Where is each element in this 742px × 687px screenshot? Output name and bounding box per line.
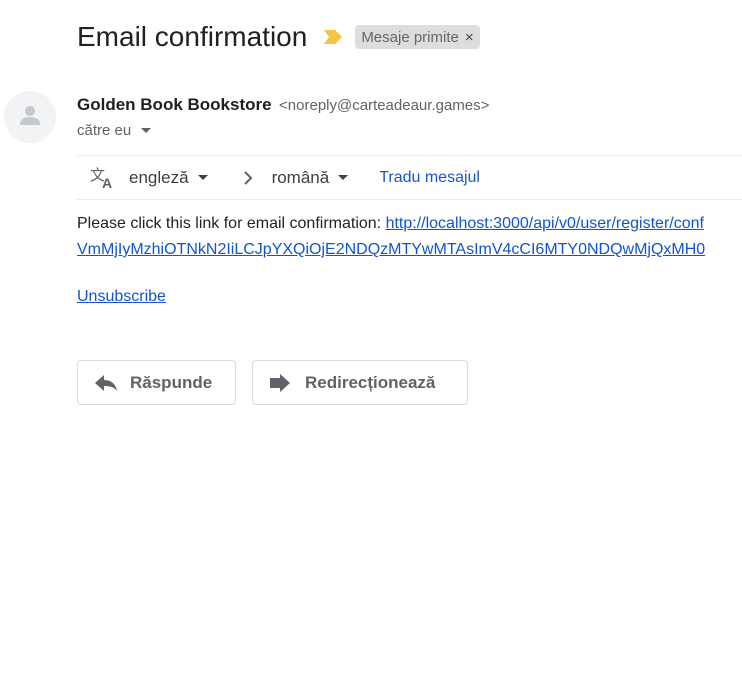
target-language-select[interactable]: română [272, 168, 349, 188]
email-subject: Email confirmation [77, 21, 308, 52]
email-body: Please click this link for email confirm… [77, 211, 742, 263]
translate-icon: 文 A [90, 165, 116, 191]
sender-avatar [4, 91, 56, 143]
translate-bar: 文 A engleză română Tradu mesajul [77, 155, 742, 200]
source-language-label: engleză [129, 167, 189, 187]
unsubscribe-link[interactable]: Unsubscribe [77, 288, 166, 306]
source-language-select[interactable]: engleză [129, 168, 208, 188]
reply-button[interactable]: Răspunde [77, 360, 236, 405]
reply-icon [94, 371, 118, 395]
person-icon [19, 104, 41, 131]
sender-email: <noreply@carteadeaur.games> [279, 97, 490, 114]
inbox-label-text: Mesaje primite [361, 28, 459, 46]
recipient-details-toggle[interactable]: către eu [77, 122, 152, 139]
translate-message-link[interactable]: Tradu mesajul [379, 169, 480, 187]
body-intro-text: Please click this link for email confirm… [77, 215, 386, 232]
chevron-right-icon [243, 170, 253, 185]
chevron-down-icon[interactable] [141, 128, 152, 133]
inbox-label-chip[interactable]: Mesaje primite × [355, 25, 480, 49]
confirmation-link-continued[interactable]: VmMjIyMzhiOTNkN2IiLCJpYXQiOjE2NDQzMTYwMT… [77, 241, 705, 258]
reply-label: Răspunde [130, 372, 213, 392]
chevron-down-icon [338, 175, 349, 180]
confirmation-link[interactable]: http://localhost:3000/api/v0/user/regist… [386, 215, 704, 232]
sender-row: Golden Book Bookstore <noreply@carteadea… [77, 95, 489, 115]
remove-label-icon[interactable]: × [465, 29, 474, 46]
target-language-label: română [271, 167, 330, 187]
importance-marker-icon[interactable] [323, 29, 343, 45]
forward-button[interactable]: Redirecționează [252, 360, 468, 405]
svg-text:A: A [102, 175, 112, 190]
subject-row: Email confirmation Mesaje primite × [77, 18, 480, 56]
email-view: Email confirmation Mesaje primite × Gold… [0, 0, 742, 687]
forward-label: Redirecționează [305, 372, 436, 392]
sender-name[interactable]: Golden Book Bookstore [77, 95, 272, 114]
chevron-down-icon [197, 175, 208, 180]
forward-icon [269, 371, 293, 395]
recipient-label: către eu [77, 122, 132, 139]
